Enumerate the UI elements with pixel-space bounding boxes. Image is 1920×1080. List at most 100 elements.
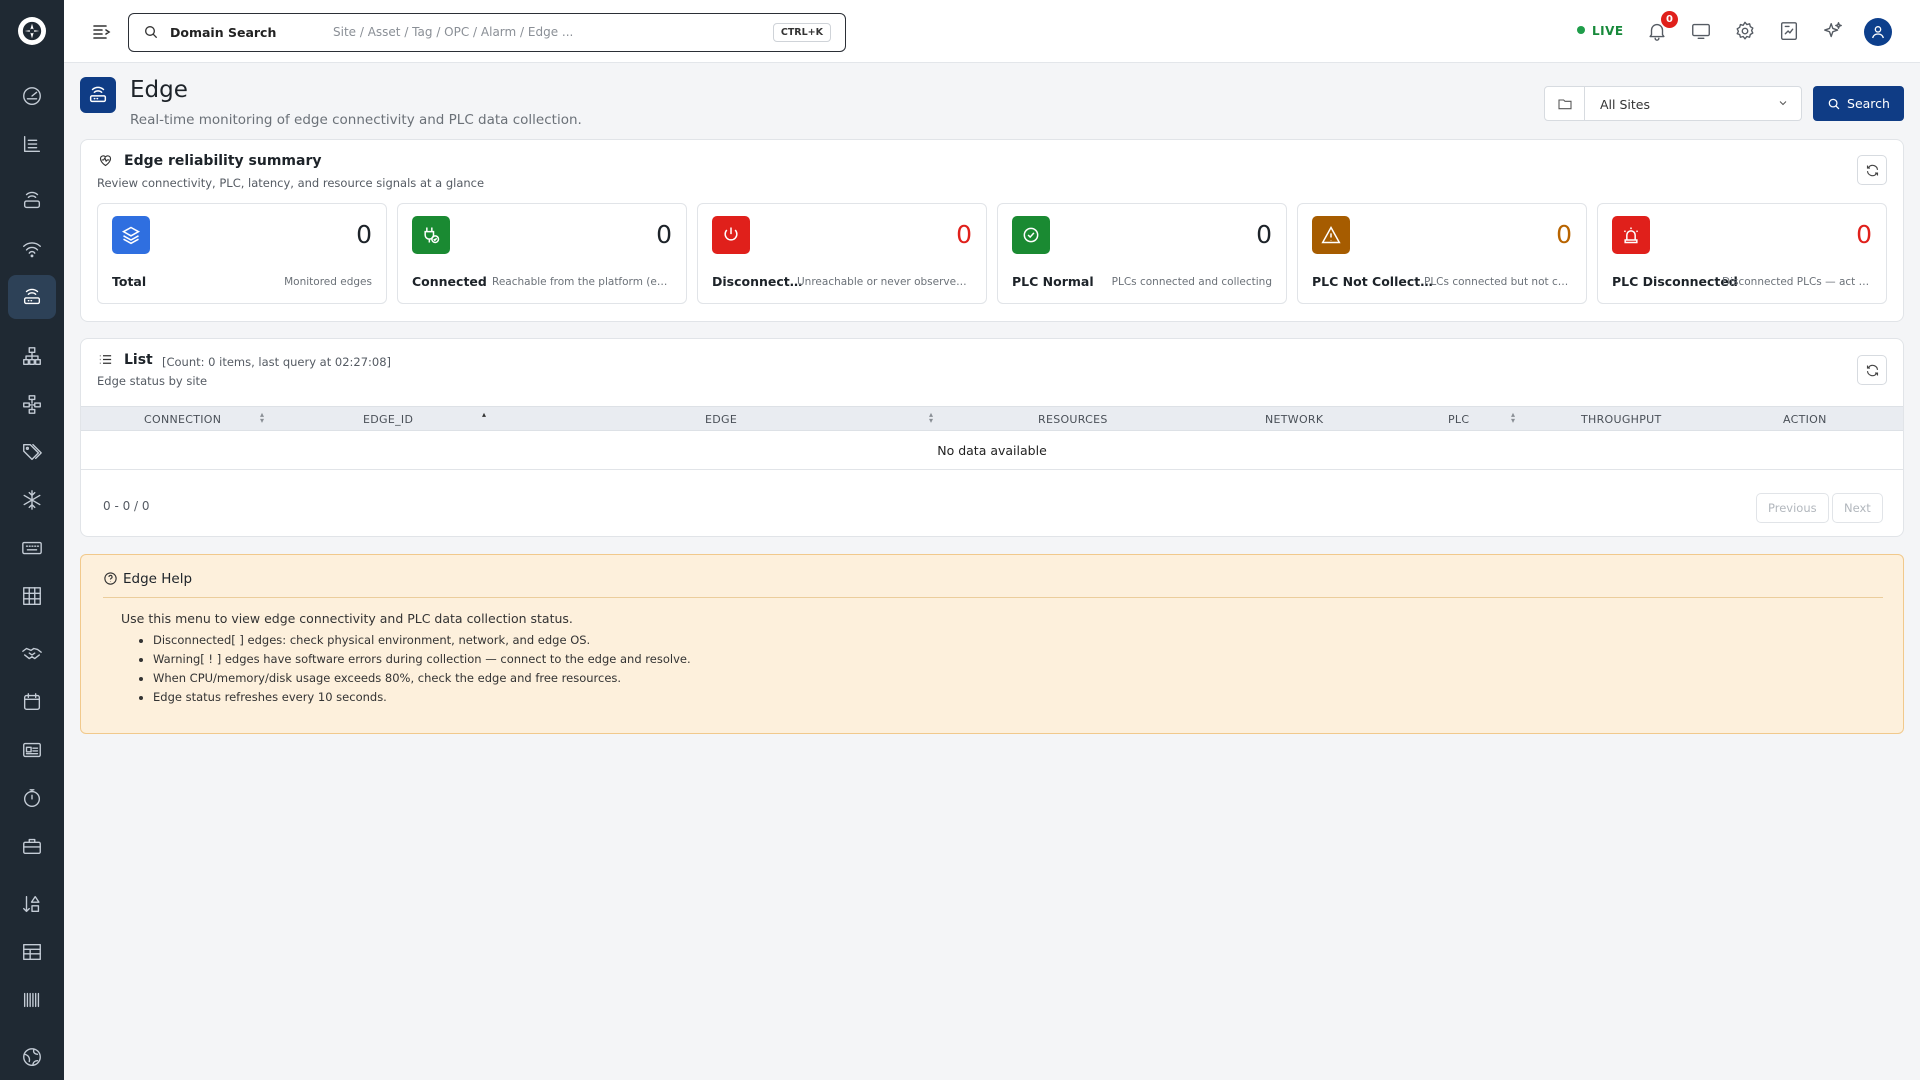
stat-description: Unreachable or never observed (ed… — [797, 276, 972, 288]
list-icon — [99, 355, 112, 364]
empty-state: No data available — [81, 431, 1903, 470]
column-header-connection[interactable]: CONNECTION — [144, 413, 221, 426]
column-header-plc[interactable]: PLC — [1448, 413, 1469, 426]
sidebar-item-sort-shapes[interactable] — [8, 882, 56, 926]
column-header-network: NETWORK — [1265, 413, 1324, 426]
column-header-throughput: THROUGHPUT — [1581, 413, 1662, 426]
stat-value: 0 — [1556, 220, 1572, 249]
sidebar-item-tags[interactable] — [8, 430, 56, 474]
help-item: When CPU/memory/disk usage exceeds 80%, … — [153, 671, 691, 685]
column-header-edge-id[interactable]: EDGE_ID — [363, 413, 413, 426]
next-page-button[interactable]: Next — [1832, 493, 1883, 523]
domain-search-input[interactable]: Domain Search Site / Asset / Tag / OPC /… — [128, 13, 846, 52]
chart-doc-icon — [1780, 22, 1798, 40]
column-header-action: ACTION — [1783, 413, 1827, 426]
gear-icon — [1736, 21, 1754, 40]
table-header: CONNECTION ▴ ▾ EDGE_ID ▴ EDGE ▴ ▾ RESOURCE… — [81, 406, 1903, 431]
display-button[interactable] — [1688, 18, 1714, 44]
edge-list: List [Count: 0 items, last query at 02:2… — [80, 338, 1904, 537]
heart-pulse-icon — [99, 155, 112, 167]
list-refresh-button[interactable] — [1857, 355, 1887, 385]
sidebar — [0, 0, 64, 1080]
stat-value: 0 — [1256, 220, 1272, 249]
stat-label: PLC Not Collect… — [1312, 274, 1433, 289]
menu-toggle-button[interactable] — [90, 20, 114, 44]
stat-description: Monitored edges — [284, 276, 372, 288]
sort-icon[interactable]: ▴ ▾ — [1511, 411, 1515, 425]
layers-icon — [112, 216, 150, 254]
tags-icon — [23, 443, 42, 461]
stat-card-connected[interactable]: 0 Connected Reachable from the platform … — [397, 203, 687, 304]
previous-page-button[interactable]: Previous — [1756, 493, 1829, 523]
sort-icon[interactable]: ▴ ▾ — [929, 411, 933, 425]
user-avatar[interactable] — [1864, 18, 1892, 46]
page-title: Edge — [130, 77, 188, 103]
chevron-down-icon — [1779, 101, 1787, 106]
app-logo[interactable] — [18, 17, 46, 45]
list-subtitle: Edge status by site — [97, 374, 208, 388]
sort-asc-icon[interactable]: ▴ — [482, 411, 486, 424]
stat-label: Connected — [412, 274, 487, 289]
stat-description: PLCs connected but not colle… — [1424, 276, 1572, 288]
stat-card-plc-normal[interactable]: 0 PLC Normal PLCs connected and collecti… — [997, 203, 1287, 304]
site-select[interactable]: All Sites — [1544, 86, 1802, 121]
sidebar-item-router[interactable] — [8, 179, 56, 223]
stat-card-total[interactable]: 0 Total Monitored edges — [97, 203, 387, 304]
sidebar-item-list[interactable] — [8, 122, 56, 166]
sidebar-item-handshake[interactable] — [8, 632, 56, 676]
summary-refresh-button[interactable] — [1857, 155, 1887, 185]
network-icon — [23, 395, 41, 414]
menu-collapse-icon — [93, 25, 111, 39]
sidebar-item-grid[interactable] — [8, 574, 56, 618]
stat-card-plc-not-collecting[interactable]: 0 PLC Not Collect… PLCs connected but no… — [1297, 203, 1587, 304]
column-header-resources: RESOURCES — [1038, 413, 1108, 426]
sidebar-item-wifi[interactable] — [8, 227, 56, 271]
monitor-icon — [1692, 23, 1710, 40]
edge-help-panel: Edge Help Use this menu to view edge con… — [80, 554, 1904, 734]
sidebar-item-snowflake[interactable] — [8, 478, 56, 522]
stat-value: 0 — [1856, 220, 1872, 249]
top-header: Domain Search Site / Asset / Tag / OPC /… — [64, 0, 1920, 63]
list-title: List — [124, 352, 153, 368]
folder-icon — [1545, 87, 1585, 120]
sidebar-item-table[interactable] — [8, 930, 56, 974]
notification-badge: 0 — [1661, 11, 1678, 28]
sort-icon[interactable]: ▴ ▾ — [260, 411, 264, 425]
reliability-summary: Edge reliability summary Review connecti… — [80, 139, 1904, 322]
sidebar-item-globe[interactable] — [8, 1035, 56, 1079]
stat-card-plc-disconnected[interactable]: 0 PLC Disconnected Disconnected PLCs — a… — [1597, 203, 1887, 304]
sidebar-item-stopwatch[interactable] — [8, 776, 56, 820]
report-button[interactable] — [1776, 18, 1802, 44]
help-circle-icon — [104, 572, 117, 585]
site-select-value: All Sites — [1600, 97, 1650, 112]
sidebar-item-hierarchy[interactable] — [8, 334, 56, 378]
search-icon — [145, 26, 158, 39]
sidebar-item-keyboard[interactable] — [8, 526, 56, 570]
sidebar-item-calendar[interactable] — [8, 680, 56, 724]
check-circle-icon — [1012, 216, 1050, 254]
ai-assistant-button[interactable] — [1820, 18, 1846, 44]
globe-icon — [23, 1048, 41, 1066]
search-placeholder: Site / Asset / Tag / OPC / Alarm / Edge … — [333, 25, 574, 39]
sidebar-item-toolbox[interactable] — [8, 824, 56, 868]
calendar-icon — [23, 693, 41, 711]
sidebar-item-id-card[interactable] — [8, 728, 56, 772]
sidebar-item-network[interactable] — [8, 382, 56, 426]
hierarchy-icon — [23, 347, 41, 365]
sidebar-item-dashboard[interactable] — [8, 74, 56, 118]
search-label: Domain Search — [170, 25, 277, 40]
settings-button[interactable] — [1732, 18, 1758, 44]
refresh-icon — [1866, 364, 1878, 376]
sidebar-item-edge[interactable] — [8, 275, 56, 319]
sparkles-icon — [1824, 22, 1842, 38]
search-button[interactable]: Search — [1813, 86, 1904, 121]
stat-label: Disconnect… — [712, 274, 803, 289]
page-subtitle: Real-time monitoring of edge connectivit… — [130, 112, 582, 128]
user-icon — [1872, 26, 1884, 39]
stat-card-disconnected[interactable]: 0 Disconnect… Unreachable or never obser… — [697, 203, 987, 304]
column-header-edge[interactable]: EDGE — [705, 413, 737, 426]
sidebar-item-barcode[interactable] — [8, 978, 56, 1022]
power-icon — [712, 216, 750, 254]
plug-check-icon — [412, 216, 450, 254]
barcode-icon — [23, 992, 40, 1008]
